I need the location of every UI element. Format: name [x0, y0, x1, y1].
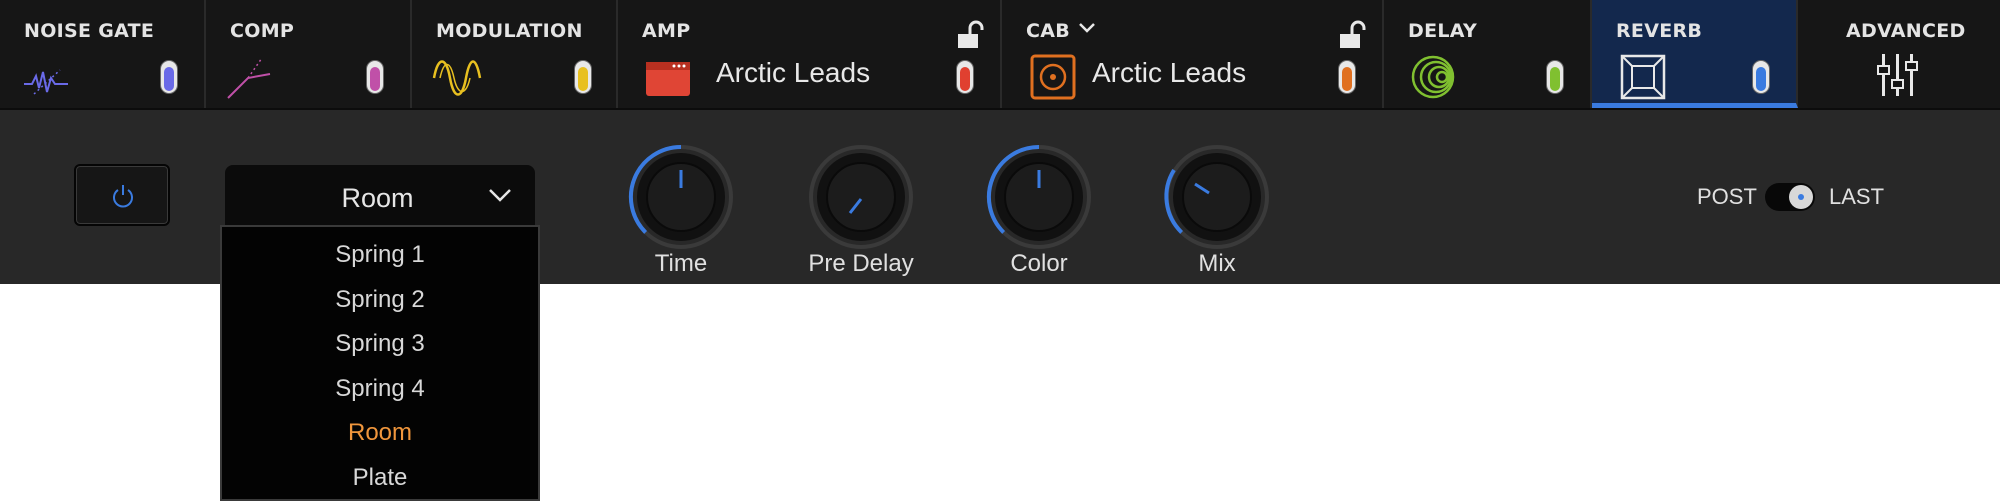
- noise-gate-toggle[interactable]: [160, 60, 178, 94]
- toggle-indicator: [1756, 67, 1766, 91]
- cab-model-name: Arctic Leads: [1092, 57, 1247, 88]
- module-title: NOISE GATE: [24, 20, 155, 42]
- module-title: AMP: [642, 20, 691, 42]
- unlock-icon[interactable]: [954, 20, 984, 50]
- cab-toggle[interactable]: [1338, 60, 1356, 94]
- unlock-icon[interactable]: [1336, 20, 1366, 50]
- reverb-power-button[interactable]: [74, 164, 170, 226]
- chevron-down-icon: [489, 189, 511, 202]
- noise-gate-icon: [24, 69, 68, 95]
- delay-echo-icon: [1411, 55, 1455, 99]
- time-knob[interactable]: [626, 142, 736, 252]
- module-title: DELAY: [1408, 20, 1478, 42]
- reverb-type-options: Spring 1 Spring 2 Spring 3 Spring 4 Room…: [220, 225, 540, 501]
- module-modulation[interactable]: MODULATION: [412, 0, 618, 108]
- dropdown-option-spring-3[interactable]: Spring 3: [222, 322, 538, 367]
- toggle-indicator: [1550, 67, 1560, 91]
- amp-icon: [646, 62, 690, 96]
- post-label: POST: [1697, 184, 1757, 209]
- module-noise-gate[interactable]: NOISE GATE: [0, 0, 206, 108]
- module-cab[interactable]: CAB Arctic Leads: [1002, 0, 1384, 108]
- module-reverb[interactable]: REVERB: [1592, 0, 1798, 108]
- speaker-cab-icon: [1030, 54, 1076, 100]
- pre-delay-label: Pre Delay: [808, 250, 914, 277]
- pre-delay-knob[interactable]: [806, 142, 916, 252]
- dropdown-option-room[interactable]: Room: [222, 411, 538, 456]
- power-icon: [113, 185, 133, 208]
- mix-knob[interactable]: [1162, 142, 1272, 252]
- color-label: Color: [1010, 250, 1068, 277]
- mix-label: Mix: [1198, 250, 1236, 277]
- module-advanced[interactable]: ADVANCED: [1798, 0, 2000, 108]
- sliders-icon: [1877, 54, 1918, 96]
- toggle-indicator: [960, 67, 970, 91]
- reverb-room-icon: [1620, 54, 1666, 100]
- last-label: LAST: [1829, 184, 1885, 209]
- post-last-switch[interactable]: [1765, 183, 1815, 211]
- module-title: COMP: [230, 20, 295, 42]
- dropdown-value: Room: [341, 183, 414, 213]
- toggle-indicator: [164, 67, 174, 91]
- switch-indicator: [1798, 194, 1804, 200]
- signal-chain-bar: NOISE GATE COMP MODULATION AMP Arctic Le…: [0, 0, 2000, 110]
- module-title: MODULATION: [436, 20, 583, 42]
- module-title: CAB: [1026, 20, 1071, 42]
- time-label: Time: [654, 250, 708, 277]
- modulation-toggle[interactable]: [574, 60, 592, 94]
- dropdown-option-spring-4[interactable]: Spring 4: [222, 367, 538, 412]
- dropdown-option-plate[interactable]: Plate: [222, 456, 538, 501]
- module-delay[interactable]: DELAY: [1384, 0, 1592, 108]
- color-knob[interactable]: [984, 142, 1094, 252]
- compressor-icon: [227, 57, 271, 99]
- sine-wave-icon: [432, 60, 482, 96]
- delay-toggle[interactable]: [1546, 60, 1564, 94]
- amp-model-name: Arctic Leads: [716, 57, 871, 88]
- dropdown-option-spring-2[interactable]: Spring 2: [222, 278, 538, 323]
- reverb-type-dropdown[interactable]: Room: [225, 165, 535, 225]
- comp-toggle[interactable]: [366, 60, 384, 94]
- module-title: ADVANCED: [1846, 20, 1966, 42]
- toggle-indicator: [578, 67, 588, 91]
- module-amp[interactable]: AMP Arctic Leads: [618, 0, 1002, 108]
- switch-thumb: [1789, 185, 1813, 209]
- reverb-toggle[interactable]: [1752, 60, 1770, 94]
- chevron-down-icon[interactable]: [1074, 14, 1100, 40]
- module-comp[interactable]: COMP: [206, 0, 412, 108]
- toggle-indicator: [370, 67, 380, 91]
- toggle-indicator: [1342, 67, 1352, 91]
- module-title: REVERB: [1616, 20, 1703, 42]
- amp-toggle[interactable]: [956, 60, 974, 94]
- dropdown-option-spring-1[interactable]: Spring 1: [222, 233, 538, 278]
